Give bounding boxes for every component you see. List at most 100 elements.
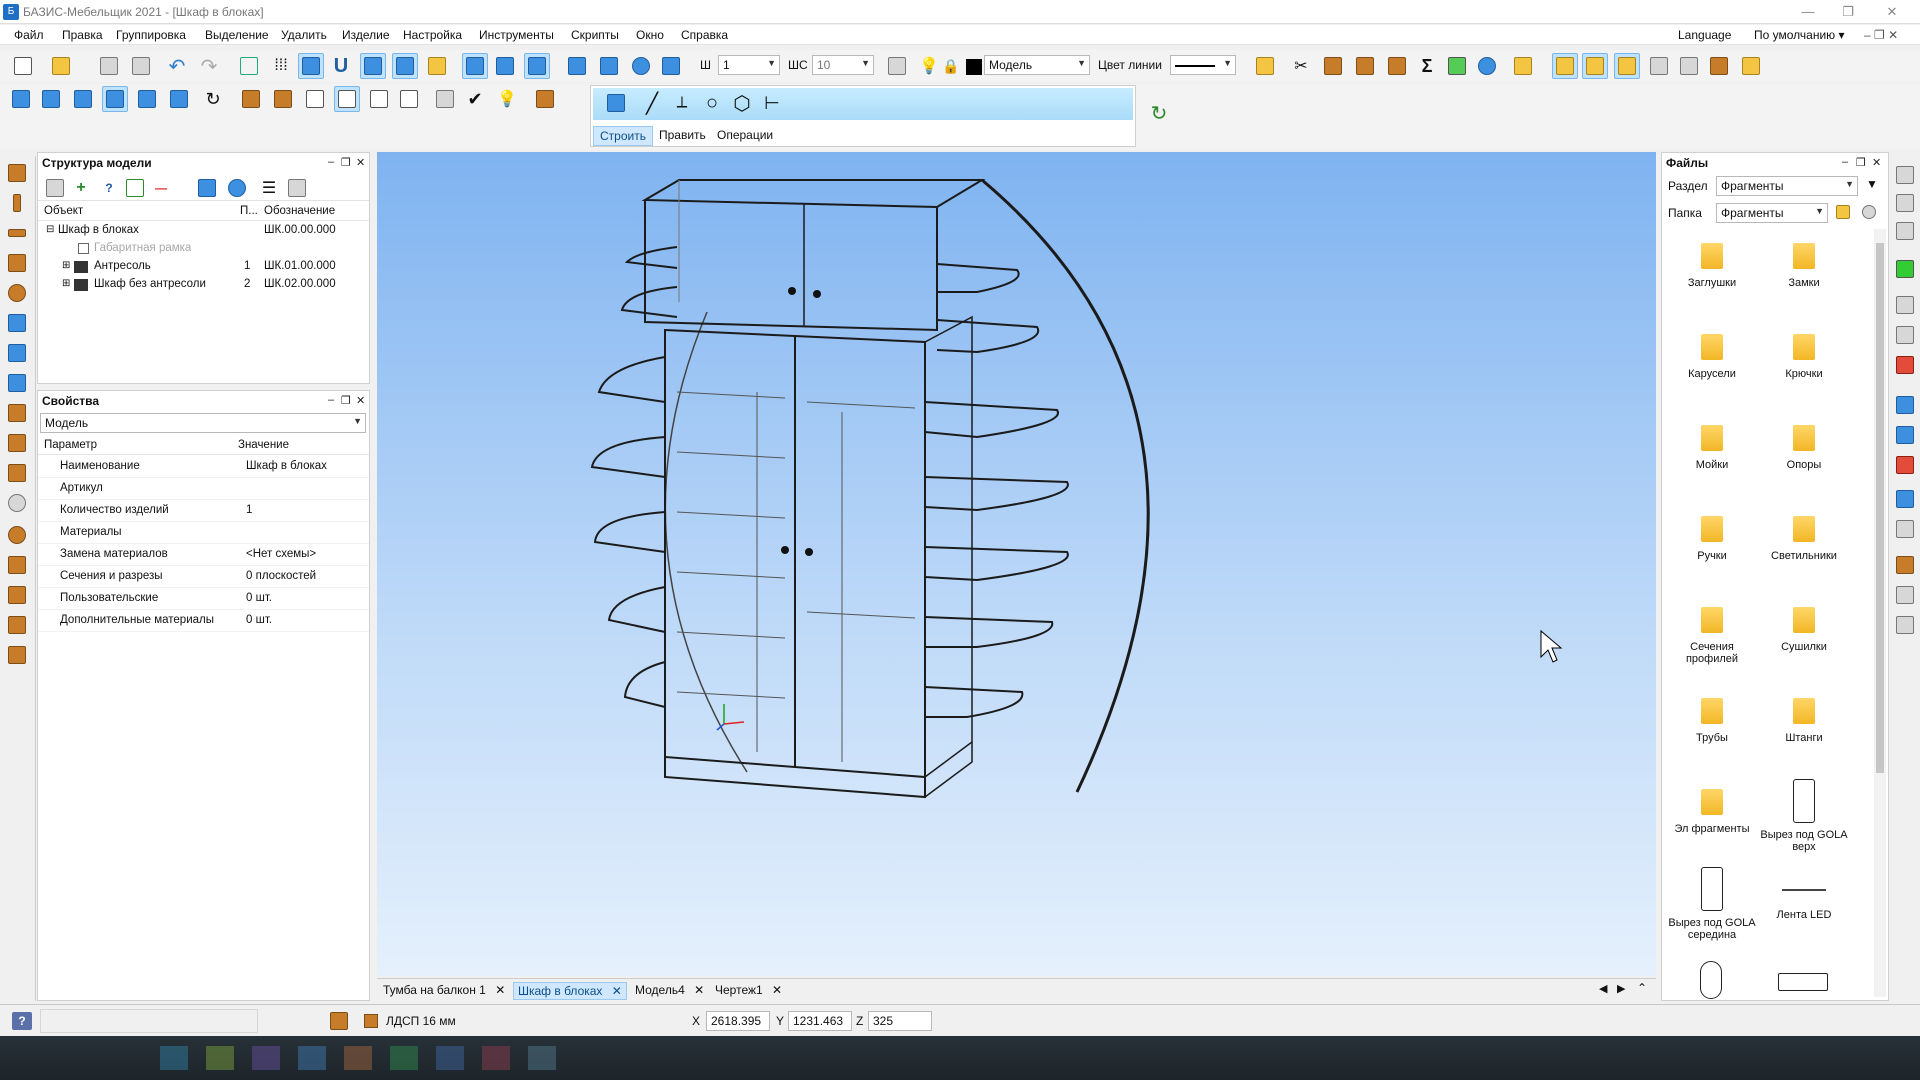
facade-button[interactable] [4, 642, 30, 668]
property-row[interactable]: Артикул [38, 478, 369, 500]
file-item[interactable]: Трубы [1664, 698, 1760, 744]
menu-product[interactable]: Изделие [342, 28, 390, 42]
close-icon[interactable]: ✕ [772, 983, 782, 997]
panel-minimize-button[interactable]: – [328, 156, 334, 168]
tab-document-1[interactable]: Тумба на балкон 1 ✕ [379, 982, 509, 1000]
fragment-preview-icon[interactable] [1700, 961, 1722, 999]
panel-float-button[interactable]: ❐ [341, 394, 351, 407]
menu-window[interactable]: Окно [636, 28, 664, 42]
panel-vertical-button[interactable] [4, 190, 30, 216]
profile-button[interactable] [4, 460, 30, 486]
cut-button[interactable]: ✂ [1288, 53, 1314, 79]
layer-color-swatch[interactable] [966, 59, 982, 75]
properties-object-select[interactable]: Модель ▼ [40, 413, 366, 433]
model-viewport[interactable] [377, 152, 1656, 976]
polyline-tool-button[interactable]: ⟂ [669, 90, 695, 116]
file-item[interactable]: Ручки [1664, 516, 1760, 562]
polygon-tool-button[interactable]: ⬡ [729, 90, 755, 116]
drill-button[interactable] [1352, 53, 1378, 79]
panel-float-button[interactable]: ❐ [1856, 156, 1866, 169]
line-tool-button[interactable]: ╱ [639, 90, 665, 116]
property-row[interactable]: Количество изделий 1 [38, 500, 369, 522]
tool-3-button[interactable] [1614, 53, 1640, 79]
structure-add-button[interactable]: + [68, 175, 94, 201]
layer-tool-3-button[interactable] [1892, 452, 1918, 478]
tab-document-4[interactable]: Чертеж1 ✕ [711, 982, 786, 1000]
body-button[interactable] [4, 522, 30, 548]
tabs-menu-icon[interactable]: ⌃ [1637, 981, 1647, 995]
y-coordinate-field[interactable]: 1231.463 [788, 1011, 852, 1031]
file-item[interactable]: Заглушки [1664, 243, 1760, 289]
bazis-button[interactable] [1510, 53, 1536, 79]
view-custom-button[interactable] [166, 86, 192, 112]
tool-4-button[interactable] [1646, 53, 1672, 79]
property-row[interactable]: Материалы [38, 522, 369, 544]
property-row[interactable]: Пользовательские 0 шт. [38, 588, 369, 610]
refresh-button[interactable]: ↻ [1146, 100, 1172, 126]
zoom-button[interactable] [628, 53, 654, 79]
tree-row[interactable]: ⊟ Шкаф в блоках ШК.00.00.000 [38, 222, 369, 240]
check-button[interactable]: ✔ [462, 86, 488, 112]
panel-close-button[interactable]: ✕ [1872, 156, 1881, 169]
right-tool-2-button[interactable] [1892, 190, 1918, 216]
layer-tool-2-button[interactable] [1892, 422, 1918, 448]
file-item[interactable]: Карусели [1664, 334, 1760, 380]
render-edges-button[interactable] [366, 86, 392, 112]
render-wire-button[interactable] [334, 86, 360, 112]
zoom-all-button[interactable] [564, 53, 590, 79]
folder-up-button[interactable] [1832, 201, 1854, 223]
view-left-button[interactable] [70, 86, 96, 112]
taskbar-app-icon[interactable] [252, 1046, 280, 1070]
undo-button[interactable]: ↶ [164, 53, 190, 79]
cut-panel-button[interactable] [1892, 486, 1918, 512]
menu-tools[interactable]: Инструменты [479, 28, 554, 42]
property-row[interactable]: Дополнительные материалы 0 шт. [38, 610, 369, 632]
joint-button[interactable] [1892, 552, 1918, 578]
structure-query-button[interactable]: ? [96, 175, 122, 201]
tree-row[interactable]: ⊞ Шкаф без антресоли 2 ШК.02.00.000 [38, 276, 369, 294]
folder-select[interactable]: Фрагменты ▼ [1716, 203, 1828, 223]
right-tool-1-button[interactable] [1892, 162, 1918, 188]
file-item[interactable]: Сушилки [1756, 607, 1852, 653]
cone-button[interactable] [4, 552, 30, 578]
view-top-button[interactable] [38, 86, 64, 112]
menu-file[interactable]: Файл [14, 28, 44, 42]
taskbar-app-icon[interactable] [482, 1046, 510, 1070]
xml-export-button[interactable] [1892, 218, 1918, 244]
taskbar-app-icon[interactable] [160, 1046, 188, 1070]
file-item[interactable]: Эл фрагменты [1664, 789, 1760, 835]
dynamic-input-button[interactable] [392, 53, 418, 79]
help-icon[interactable]: ? [12, 1012, 32, 1030]
measure-button[interactable] [424, 53, 450, 79]
view-iso-button[interactable] [102, 86, 128, 112]
property-row[interactable]: Наименование Шкаф в блоках [38, 456, 369, 478]
taskbar-app-icon[interactable] [436, 1046, 464, 1070]
language-menu[interactable]: Language [1678, 28, 1731, 42]
zoom-selection-button[interactable] [658, 53, 684, 79]
tab-document-2[interactable]: Шкаф в блоках ✕ [513, 982, 627, 1000]
close-icon[interactable]: ✕ [495, 983, 505, 997]
sketch-plane-button[interactable] [603, 90, 629, 116]
structure-filter-button[interactable] [284, 175, 310, 201]
menu-help[interactable]: Справка [681, 28, 728, 42]
files-scrollbar[interactable] [1874, 229, 1886, 997]
files-scrollbar-thumb[interactable] [1876, 243, 1884, 773]
structure-visibility-button[interactable] [224, 175, 250, 201]
view-front-button[interactable] [8, 86, 34, 112]
menu-settings[interactable]: Настройка [403, 28, 462, 42]
line-width-select[interactable]: 1 ▼ [718, 55, 780, 75]
snap-button[interactable] [236, 53, 262, 79]
tabs-scroll-right-icon[interactable]: ▶ [1617, 982, 1625, 995]
property-row[interactable]: Сечения и разрезы 0 плоскостей [38, 566, 369, 588]
tool-7-button[interactable] [1738, 53, 1764, 79]
circle-tool-button[interactable]: ○ [699, 90, 725, 116]
section-menu-icon[interactable]: ▼ [1866, 177, 1878, 191]
file-item[interactable]: Крючки [1756, 334, 1852, 380]
fit-depth-button[interactable] [4, 370, 30, 396]
taskbar-app-icon[interactable] [390, 1046, 418, 1070]
menu-edit[interactable]: Правка [62, 28, 103, 42]
folder-search-button[interactable] [1858, 201, 1880, 223]
file-item[interactable]: Светильники [1756, 516, 1852, 562]
structure-link-button[interactable] [122, 175, 148, 201]
select-button[interactable] [462, 53, 488, 79]
